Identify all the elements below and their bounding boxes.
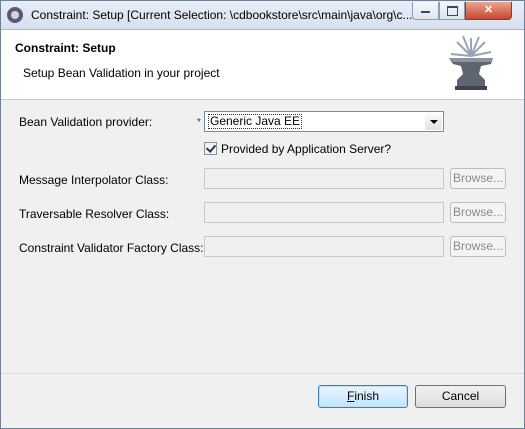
provider-select[interactable]: Generic Java EE: [204, 111, 444, 132]
provided-by-server-checkbox[interactable]: [204, 142, 217, 155]
finish-button[interactable]: Finish: [318, 385, 408, 408]
traversable-resolver-browse-button[interactable]: Browse...: [450, 202, 506, 223]
dialog-window: Constraint: Setup [Current Selection: \c…: [0, 0, 525, 429]
window-title: Constraint: Setup [Current Selection: \c…: [31, 8, 413, 22]
message-interpolator-field[interactable]: [204, 168, 444, 189]
traversable-resolver-label: Traversable Resolver Class:: [19, 207, 170, 221]
close-icon: ✕: [483, 4, 494, 16]
traversable-resolver-field[interactable]: [204, 202, 444, 223]
provider-label: Bean Validation provider:: [19, 115, 153, 129]
required-marker: *: [197, 117, 201, 128]
minimize-icon: [421, 11, 430, 13]
message-interpolator-label: Message Interpolator Class:: [19, 173, 169, 187]
constraint-validator-factory-field[interactable]: [204, 236, 444, 257]
constraint-validator-factory-label: Constraint Validator Factory Class:: [19, 241, 204, 255]
chevron-down-icon[interactable]: [425, 113, 442, 130]
anvil-icon: [449, 35, 493, 90]
provider-selected-value: Generic Java EE: [208, 114, 303, 129]
maximize-icon: [446, 6, 458, 16]
wizard-banner: Constraint: Setup Setup Bean Validation …: [1, 30, 524, 100]
page-description: Setup Bean Validation in your project: [23, 66, 220, 80]
constraint-validator-factory-browse-button[interactable]: Browse...: [450, 236, 506, 257]
cancel-button[interactable]: Cancel: [415, 385, 506, 408]
minimize-button[interactable]: [412, 2, 439, 20]
maximize-button[interactable]: [439, 2, 465, 20]
provided-by-server-label[interactable]: Provided by Application Server?: [221, 142, 391, 156]
close-button[interactable]: ✕: [465, 2, 512, 20]
message-interpolator-browse-button[interactable]: Browse...: [450, 168, 506, 189]
title-bar[interactable]: Constraint: Setup [Current Selection: \c…: [1, 1, 524, 30]
eclipse-icon: [7, 7, 23, 23]
footer-divider: [1, 373, 524, 374]
page-title: Constraint: Setup: [15, 41, 116, 55]
finish-label: inish: [354, 389, 380, 403]
